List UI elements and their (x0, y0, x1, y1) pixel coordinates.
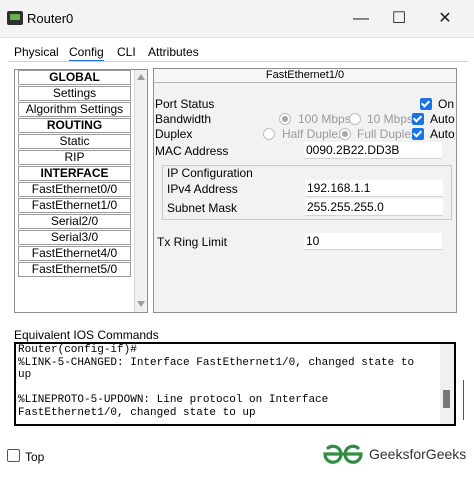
router-icon (7, 11, 23, 25)
bandwidth-label: Bandwidth (155, 112, 212, 126)
sidebar-item-settings[interactable]: Settings (18, 86, 131, 101)
mac-address-label: MAC Address (155, 144, 229, 158)
top-checkbox[interactable] (7, 449, 20, 462)
bandwidth-10-label: 10 Mbps (367, 112, 414, 126)
duplex-auto-label: Auto (430, 127, 455, 141)
ios-commands-text: Router(config-if)# %LINK-5-CHANGED: Inte… (18, 344, 415, 419)
ip-configuration-label: IP Configuration (167, 166, 253, 180)
console-scroll-thumb[interactable] (443, 390, 450, 408)
duplex-auto-checkbox[interactable] (412, 128, 424, 140)
interface-title: FastEthernet1/0 (154, 69, 456, 83)
port-on-checkbox[interactable] (420, 98, 432, 110)
brand-text: GeeksforGeeks (369, 446, 467, 462)
minimize-button[interactable]: — (350, 8, 372, 30)
sidebar-header-interface: INTERFACE (18, 166, 131, 181)
scroll-down-arrow-icon[interactable] (137, 301, 145, 307)
title-bar: Router0 — ☐ ✕ (0, 0, 474, 38)
interface-config-panel: FastEthernet1/0 Port Status On Bandwidth… (153, 68, 457, 313)
bandwidth-100-label: 100 Mbps (298, 112, 351, 126)
sidebar-item-serial3-0[interactable]: Serial3/0 (18, 230, 131, 245)
scroll-up-arrow-icon[interactable] (137, 74, 145, 80)
geeksforgeeks-logo-icon (323, 444, 363, 464)
sidebar-item-serial2-0[interactable]: Serial2/0 (18, 214, 131, 229)
console-scrollbar[interactable] (440, 344, 454, 424)
ios-commands-console[interactable]: Router(config-if)# %LINK-5-CHANGED: Inte… (14, 342, 456, 426)
ip-configuration-group: IP Configuration IPv4 Address 192.168.1.… (162, 165, 452, 220)
port-on-label: On (438, 97, 455, 111)
half-duplex-label: Half Duplex (282, 127, 345, 141)
ipv4-address-label: IPv4 Address (167, 182, 238, 196)
bandwidth-auto-label: Auto (430, 112, 455, 126)
sidebar-scrollbar[interactable] (134, 70, 147, 312)
sidebar-item-fastethernet4-0[interactable]: FastEthernet4/0 (18, 246, 131, 261)
mac-address-field[interactable]: 0090.2B22.DD3B (304, 142, 442, 159)
window-title: Router0 (27, 11, 74, 26)
ios-commands-label: Equivalent IOS Commands (14, 328, 159, 342)
full-duplex-radio[interactable] (339, 128, 351, 140)
bandwidth-10-radio[interactable] (349, 113, 361, 125)
bandwidth-100-radio[interactable] (279, 113, 291, 125)
top-label: Top (25, 450, 45, 464)
full-duplex-label: Full Duplex (357, 127, 418, 141)
window-edge-divider (463, 380, 464, 420)
bandwidth-auto-checkbox[interactable] (412, 113, 424, 125)
sidebar-header-global: GLOBAL (18, 70, 131, 85)
sidebar-item-fastethernet5-0[interactable]: FastEthernet5/0 (18, 262, 131, 277)
tab-config[interactable]: Config (69, 44, 104, 62)
sidebar-item-fastethernet0-0[interactable]: FastEthernet0/0 (18, 182, 131, 197)
tx-ring-limit-field[interactable]: 10 (304, 233, 442, 250)
tx-ring-limit-label: Tx Ring Limit (157, 235, 228, 249)
ipv4-address-field[interactable]: 192.168.1.1 (305, 180, 443, 197)
maximize-button[interactable]: ☐ (388, 8, 410, 30)
sidebar-item-algorithm-settings[interactable]: Algorithm Settings (18, 102, 131, 117)
config-sidebar: GLOBAL Settings Algorithm Settings ROUTI… (14, 69, 148, 313)
tab-physical[interactable]: Physical (14, 44, 59, 60)
sidebar-item-rip[interactable]: RIP (18, 150, 131, 165)
sidebar-item-fastethernet1-0[interactable]: FastEthernet1/0 (18, 198, 131, 213)
sidebar-header-routing: ROUTING (18, 118, 131, 133)
duplex-label: Duplex (155, 127, 193, 141)
sidebar-item-static[interactable]: Static (18, 134, 131, 149)
subnet-mask-field[interactable]: 255.255.255.0 (305, 199, 443, 216)
bottom-bar: Top GeeksforGeeks (0, 434, 474, 488)
close-button[interactable]: ✕ (434, 8, 456, 30)
subnet-mask-label: Subnet Mask (167, 201, 238, 215)
tab-divider (8, 61, 468, 62)
tab-attributes[interactable]: Attributes (148, 44, 199, 60)
half-duplex-radio[interactable] (263, 128, 275, 140)
tab-cli[interactable]: CLI (117, 44, 136, 60)
port-status-label: Port Status (155, 97, 215, 111)
